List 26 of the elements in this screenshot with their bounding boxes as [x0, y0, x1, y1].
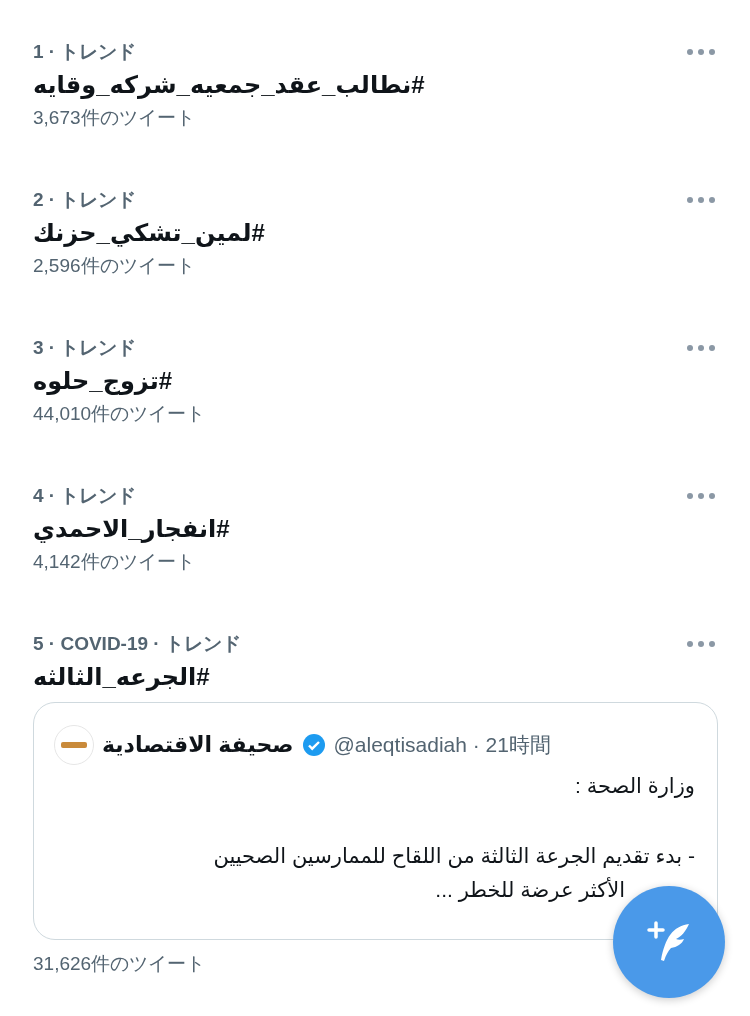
tweet-text: الأكثر عرضة للخطر ...	[434, 876, 626, 904]
account-name: صحيفة الاقتصادية	[102, 732, 294, 758]
trend-hashtag[interactable]: #لمين_تشكي_حزنك	[33, 214, 265, 252]
more-icon[interactable]	[686, 640, 716, 648]
trend-meta: 3 · トレンド	[33, 336, 137, 360]
tweet-count: 31,626件のツイート	[33, 952, 206, 976]
tweet-text: وزارة الصحة :	[573, 773, 695, 800]
trend-meta: 2 · トレンド	[33, 188, 137, 212]
more-icon[interactable]	[686, 48, 716, 56]
more-icon[interactable]	[686, 492, 716, 500]
trend-hashtag[interactable]: #تزوج_حلوه	[33, 362, 173, 400]
tweet-count: 4,142件のツイート	[33, 550, 195, 574]
trend-meta: 5 · COVID-19 · トレンド	[33, 632, 241, 656]
tweet-text: - بدء تقديم الجرعة الثالثة من اللقاح للممارسين الصحيين	[212, 843, 695, 870]
trend-hashtag[interactable]: #الجرعه_الثالثه	[33, 658, 210, 696]
more-icon[interactable]	[686, 196, 716, 204]
more-icon[interactable]	[686, 344, 716, 352]
tweet-count: 44,010件のツイート	[33, 402, 206, 426]
avatar-icon	[54, 725, 94, 765]
handle-and-time: @aleqtisadiah · 21時間	[333, 732, 551, 758]
tweet-count: 2,596件のツイート	[33, 254, 195, 278]
trend-hashtag[interactable]: #نطالب_عقد_جمعيه_شركه_وقايه	[33, 66, 425, 104]
trend-meta: 1 · トレンド	[33, 40, 137, 64]
tweet-count: 3,673件のツイート	[33, 106, 195, 130]
trend-hashtag[interactable]: #انفجار_الاحمدي	[33, 510, 230, 548]
trend-meta: 4 · トレンド	[33, 484, 137, 508]
